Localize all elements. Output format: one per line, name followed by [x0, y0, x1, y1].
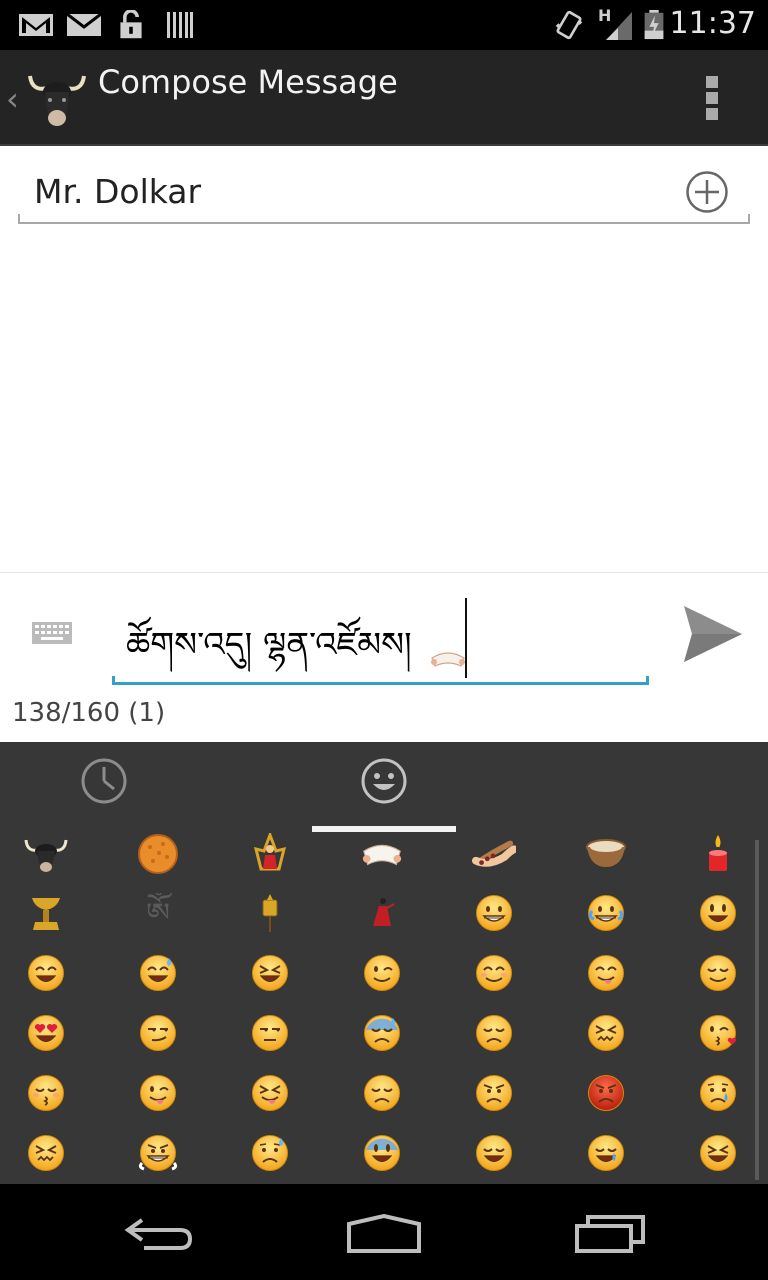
emoji-key[interactable] — [472, 1011, 516, 1055]
golden-lamp-icon[interactable] — [24, 891, 68, 935]
emoji-key[interactable] — [24, 1131, 68, 1175]
emoji-key[interactable] — [472, 1071, 516, 1115]
barcode-icon — [167, 12, 193, 38]
signal-icon — [606, 12, 632, 40]
emoji-key[interactable] — [696, 951, 740, 995]
gmail-icon — [19, 14, 53, 36]
butter-lamp-icon[interactable] — [696, 832, 740, 876]
prayer-beads-icon[interactable] — [472, 832, 516, 876]
recipient-underline — [18, 222, 750, 224]
message-underline — [112, 682, 649, 685]
emoji-key[interactable] — [584, 1071, 628, 1115]
yak-icon[interactable] — [24, 832, 68, 876]
emoji-key[interactable] — [696, 1131, 740, 1175]
emoji-key[interactable] — [136, 1131, 180, 1175]
emoji-key[interactable] — [24, 1071, 68, 1115]
emoji-key[interactable] — [584, 1011, 628, 1055]
message-underline-tick — [646, 676, 649, 685]
emoji-key[interactable] — [472, 951, 516, 995]
text-cursor — [465, 598, 467, 678]
prayer-wheel-icon[interactable] — [248, 891, 292, 935]
emoji-key[interactable] — [472, 1131, 516, 1175]
emoji-key[interactable] — [248, 951, 292, 995]
status-clock: 11:37 — [669, 6, 756, 41]
emoji-scrollbar[interactable] — [755, 840, 759, 1180]
home-icon[interactable] — [346, 1214, 422, 1254]
emoji-key[interactable] — [696, 1011, 740, 1055]
message-divider — [0, 572, 768, 573]
add-recipient-icon[interactable] — [685, 170, 729, 214]
emoji-key[interactable] — [248, 1071, 292, 1115]
recent-icon[interactable] — [80, 757, 128, 805]
dancer-icon[interactable] — [360, 891, 404, 935]
emoji-key[interactable] — [696, 1071, 740, 1115]
emoji-key[interactable] — [24, 951, 68, 995]
emoji-key[interactable] — [360, 1131, 404, 1175]
emoji-key[interactable] — [472, 891, 516, 935]
emoji-key[interactable] — [360, 1071, 404, 1115]
recipient-underline-tick — [748, 214, 750, 224]
navigation-bar — [0, 1184, 768, 1280]
send-icon[interactable] — [682, 604, 744, 664]
yak-logo-icon[interactable] — [28, 62, 86, 130]
unlock-icon — [120, 10, 142, 39]
overflow-menu-icon[interactable] — [700, 76, 724, 120]
emoji-key[interactable] — [136, 1071, 180, 1115]
back-caret-icon[interactable]: ‹ — [6, 80, 19, 118]
emoji-key[interactable] — [584, 1131, 628, 1175]
keyboard-icon[interactable] — [32, 622, 72, 644]
back-icon[interactable] — [124, 1216, 194, 1252]
message-input[interactable]: ཚོགས་འདུ། ལྷན་འཛོམས། — [126, 606, 412, 702]
status-bar: H 11:37 — [0, 0, 768, 50]
emoji-key[interactable] — [360, 1011, 404, 1055]
emoji-key[interactable] — [248, 1011, 292, 1055]
emoji-key[interactable] — [24, 1011, 68, 1055]
emoji-key[interactable] — [360, 951, 404, 995]
butter-tea-bowl-icon[interactable] — [584, 832, 628, 876]
recipient-underline-tick — [18, 214, 20, 224]
email-icon — [66, 12, 102, 36]
khata-scarf-icon — [431, 652, 465, 667]
vibrate-icon — [555, 10, 583, 40]
battery-icon — [644, 10, 664, 40]
tsampa-bread-icon[interactable] — [136, 832, 180, 876]
emoji-key[interactable] — [136, 1011, 180, 1055]
character-counter: 138/160 (1) — [12, 698, 166, 728]
emoji-key[interactable] — [248, 1131, 292, 1175]
smiley-icon[interactable] — [360, 757, 408, 805]
deity-figure-icon[interactable] — [248, 832, 292, 876]
om-symbol-icon[interactable]: ༀ — [136, 891, 180, 935]
khata-scarf-icon[interactable] — [360, 832, 404, 876]
message-underline-tick — [112, 676, 115, 685]
emoji-key[interactable] — [584, 891, 628, 935]
emoji-key[interactable] — [696, 891, 740, 935]
recent-apps-icon[interactable] — [574, 1214, 646, 1254]
page-title: Compose Message — [98, 63, 398, 101]
emoji-key[interactable] — [136, 951, 180, 995]
svg-text:ༀ: ༀ — [146, 893, 173, 932]
emoji-key[interactable] — [584, 951, 628, 995]
recipient-field[interactable]: Mr. Dolkar — [34, 172, 201, 211]
